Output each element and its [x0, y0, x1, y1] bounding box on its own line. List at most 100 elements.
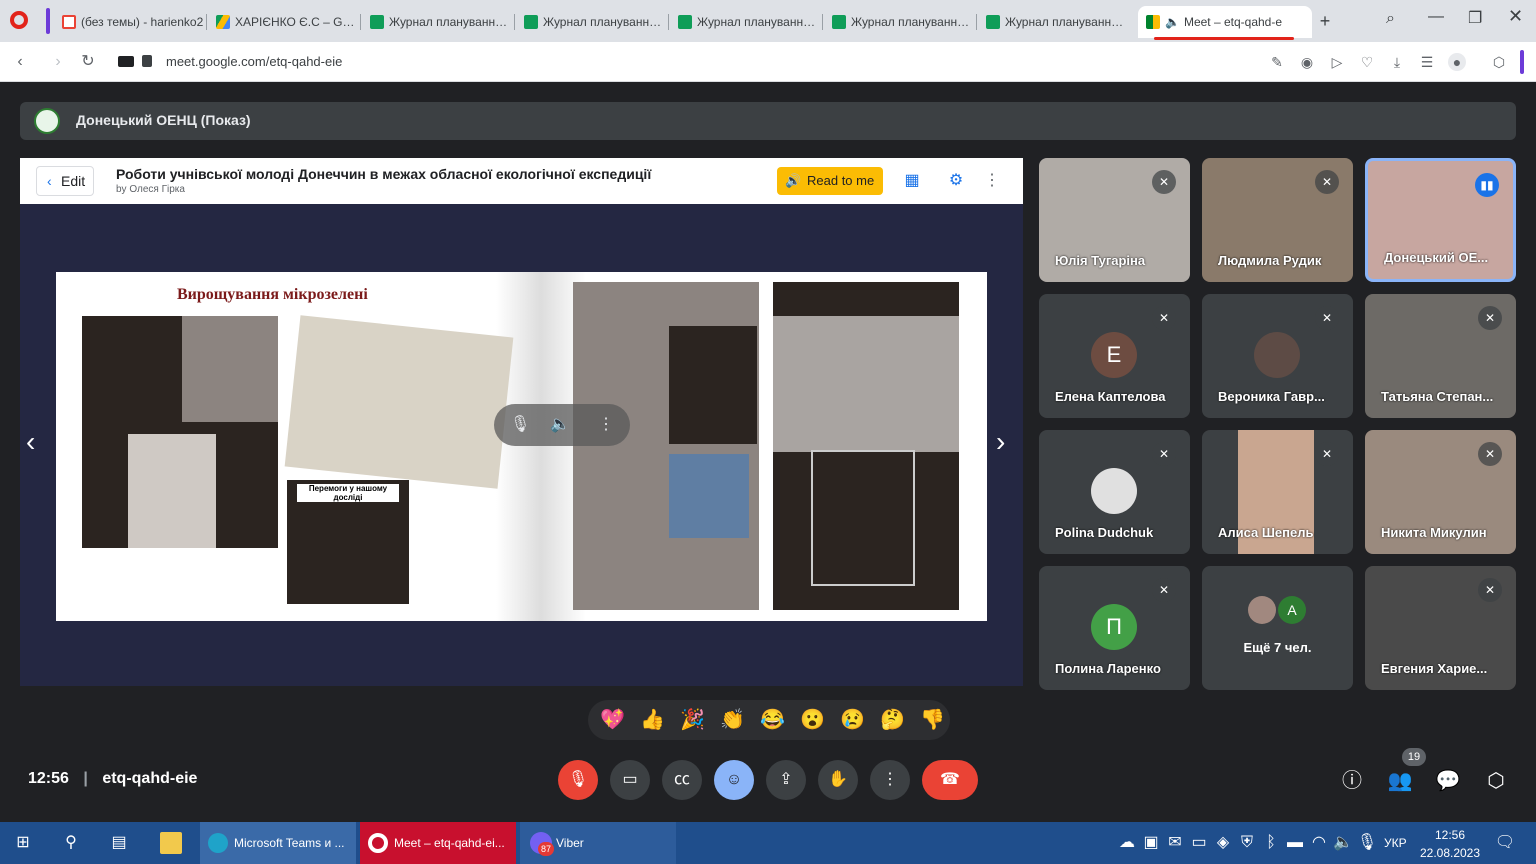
taskbar-app-viber[interactable]: 87 Viber — [520, 822, 676, 864]
more-options-icon[interactable]: ⋮ — [981, 170, 1003, 192]
volume-icon[interactable]: 🔈 — [1332, 832, 1354, 854]
clock-date[interactable]: 22.08.2023 — [1416, 846, 1484, 860]
emoji-reaction[interactable]: 🤔 — [880, 708, 905, 732]
previous-page-arrow-icon[interactable]: ‹ — [26, 426, 35, 458]
forward-button[interactable]: › — [48, 52, 68, 72]
microgreens-photo: Перемоги у нашому досліді — [287, 480, 409, 604]
participant-tile[interactable]: ✕ П Полина Ларенко — [1039, 566, 1190, 690]
wifi-icon[interactable]: ◠ — [1308, 832, 1330, 854]
taskbar-app-meet[interactable]: Meet – etq-qahd-ei... — [360, 822, 516, 864]
taskbar-app-teams[interactable]: Microsoft Teams и ... — [200, 822, 356, 864]
participant-tile[interactable]: ✕ Вероника Гавр... — [1202, 294, 1353, 418]
lock-icon[interactable] — [142, 55, 152, 67]
emoji-reaction[interactable]: 👍 — [640, 708, 665, 732]
back-button[interactable]: ‹ — [10, 52, 30, 72]
minimize-button[interactable]: — — [1428, 8, 1444, 26]
tray-app-icon[interactable]: ▣ — [1140, 832, 1162, 854]
browser-tab[interactable]: Журнал планування та — [670, 6, 820, 38]
participant-tile[interactable]: ✕ Татьяна Степан... — [1365, 294, 1516, 418]
grid-view-icon[interactable]: ▦ — [901, 170, 923, 192]
participant-tile[interactable]: ✕ Людмила Рудик — [1202, 158, 1353, 282]
chat-icon[interactable]: 💬 — [1433, 766, 1463, 796]
more-options-button[interactable]: ⋮ — [870, 760, 910, 800]
participant-name: Людмила Рудик — [1218, 253, 1322, 268]
reload-button[interactable]: ↻ — [78, 52, 98, 72]
file-explorer-icon[interactable] — [160, 832, 182, 854]
participant-name: Евгения Харие... — [1381, 661, 1488, 676]
mic-off-icon: ✕ — [1315, 170, 1339, 194]
microphone-icon[interactable]: 🎙 — [1356, 832, 1378, 854]
present-screen-button[interactable]: ⇪ — [766, 760, 806, 800]
search-tabs-icon[interactable]: ⌕ — [1386, 10, 1395, 28]
raise-hand-button[interactable]: ✋ — [818, 760, 858, 800]
easy-setup-icon[interactable]: ☰ — [1418, 53, 1436, 71]
settings-gear-icon[interactable]: ⚙ — [945, 170, 967, 192]
browser-tab[interactable]: Журнал планування та — [516, 6, 666, 38]
more-participants-tile[interactable]: A Ещё 7 чел. — [1202, 566, 1353, 690]
browser-tab[interactable]: Журнал планування та — [362, 6, 512, 38]
camera-button[interactable]: ▭ — [610, 760, 650, 800]
heart-icon[interactable]: ♡ — [1358, 53, 1376, 71]
search-icon[interactable]: ⚲ — [60, 832, 82, 854]
participant-tile[interactable]: ✕ Юлія Тугаріна — [1039, 158, 1190, 282]
extensions-icon[interactable]: ⬡ — [1490, 53, 1508, 71]
clock-time[interactable]: 12:56 — [1420, 828, 1480, 842]
more-options-icon[interactable]: ⋮ — [598, 414, 614, 434]
read-to-me-button[interactable]: 🔊 Read to me — [777, 167, 883, 195]
task-view-icon[interactable]: ▤ — [108, 832, 130, 854]
battery-icon[interactable]: ▬ — [1284, 832, 1306, 854]
emoji-reaction[interactable]: 😮 — [800, 708, 825, 732]
nvidia-icon[interactable]: ◈ — [1212, 832, 1234, 854]
new-tab-button[interactable]: + — [1316, 12, 1334, 30]
emoji-reaction[interactable]: 🎉 — [680, 708, 705, 732]
browser-tab[interactable]: Журнал планування та — [824, 6, 974, 38]
windows-start-icon[interactable]: ⊞ — [12, 832, 34, 854]
emoji-reaction[interactable]: 💖 — [600, 708, 625, 732]
people-count-badge: 19 — [1402, 748, 1426, 766]
profile-icon[interactable]: ● — [1448, 53, 1466, 71]
url-text[interactable]: meet.google.com/etq-qahd-eie — [166, 54, 342, 69]
bluetooth-icon[interactable]: ᛒ — [1260, 832, 1282, 854]
next-page-arrow-icon[interactable]: › — [996, 426, 1005, 458]
mute-presentation-icon[interactable]: 🎙 — [510, 414, 530, 434]
tray-app-icon[interactable]: ✉ — [1164, 832, 1186, 854]
maximize-button[interactable]: ❐ — [1468, 8, 1482, 28]
tray-app-icon[interactable]: ▭ — [1188, 832, 1210, 854]
participant-tile[interactable]: ✕ Алиса Шепель — [1202, 430, 1353, 554]
close-window-button[interactable]: ✕ — [1508, 6, 1523, 27]
browser-tab[interactable]: ХАРІЄНКО Є.С – Googl — [208, 6, 358, 38]
edit-button[interactable]: ‹ Edit — [36, 166, 94, 196]
language-indicator[interactable]: УКР — [1384, 836, 1407, 850]
emoji-reaction[interactable]: 👎 — [920, 708, 945, 732]
defender-icon[interactable]: ⛨ — [1236, 832, 1258, 854]
participant-tile[interactable]: ✕ Никита Микулин — [1365, 430, 1516, 554]
leave-call-button[interactable]: ☎ — [922, 760, 978, 800]
people-icon[interactable]: 👥 — [1385, 766, 1415, 796]
captions-button[interactable]: ㏄ — [662, 760, 702, 800]
notifications-icon[interactable]: 🗨 — [1494, 832, 1516, 854]
google-sheets-icon — [986, 15, 1000, 29]
microphone-off-button[interactable]: 🎙 — [558, 760, 598, 800]
browser-tab-active[interactable]: 🔈 Meet – etq-qahd-e — [1138, 6, 1312, 38]
browser-tab[interactable]: (без темы) - harienko2 — [54, 6, 204, 38]
opera-logo-icon[interactable] — [10, 11, 28, 29]
send-icon[interactable]: ▷ — [1328, 53, 1346, 71]
participant-tile[interactable]: ✕ Е Елена Каптелова — [1039, 294, 1190, 418]
meeting-details-icon[interactable]: ⓘ — [1337, 766, 1367, 796]
edit-icon[interactable]: ✎ — [1268, 53, 1286, 71]
participant-tile-speaking[interactable]: ▮▮ Донецький ОЕ... — [1365, 158, 1516, 282]
participant-tile[interactable]: ✕ Евгения Харие... — [1365, 566, 1516, 690]
camera-in-use-icon[interactable] — [118, 56, 134, 67]
snapshot-icon[interactable]: ◉ — [1298, 53, 1316, 71]
participant-tile[interactable]: ✕ Polina Dudchuk — [1039, 430, 1190, 554]
activities-icon[interactable]: ⬡ — [1481, 766, 1511, 796]
download-icon[interactable]: ⤓ — [1388, 53, 1406, 71]
tray-app-icon[interactable]: ☁ — [1116, 832, 1138, 854]
emoji-button[interactable]: ☺ — [714, 760, 754, 800]
google-sheets-icon — [524, 15, 538, 29]
emoji-reaction[interactable]: 😂 — [760, 708, 785, 732]
browser-tab[interactable]: Журнал планування та — [978, 6, 1128, 38]
emoji-reaction[interactable]: 👏 — [720, 708, 745, 732]
volume-icon[interactable]: 🔈 — [550, 414, 570, 434]
emoji-reaction[interactable]: 😢 — [840, 708, 865, 732]
